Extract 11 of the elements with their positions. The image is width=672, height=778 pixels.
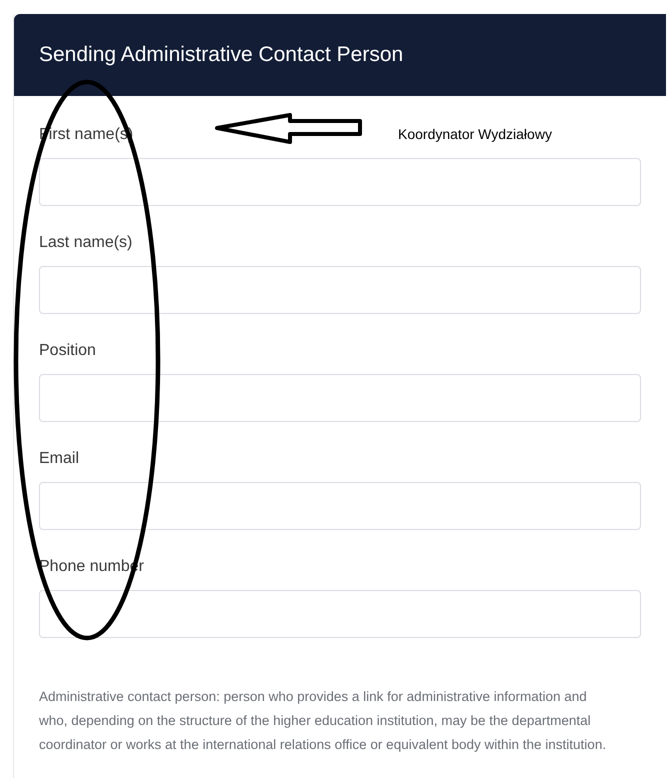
field-label: Position bbox=[39, 341, 96, 361]
input-field[interactable] bbox=[39, 374, 641, 422]
annotation-note: Koordynator Wydziałowy bbox=[398, 125, 552, 144]
panel-title: Sending Administrative Contact Person bbox=[39, 42, 404, 68]
input-field[interactable] bbox=[39, 482, 641, 530]
help-text: Administrative contact person: person who provides a link for administrative information and who, depending on the structure of the higher education institution, may be the departmental coordinator or works at the international relations office or equivalent body within the institution. bbox=[39, 688, 608, 754]
field-label: Last name(s) bbox=[39, 233, 132, 253]
field-label: Email bbox=[39, 449, 80, 469]
input-field[interactable] bbox=[39, 158, 641, 206]
input-field[interactable] bbox=[39, 266, 641, 314]
input-field[interactable] bbox=[39, 590, 641, 638]
